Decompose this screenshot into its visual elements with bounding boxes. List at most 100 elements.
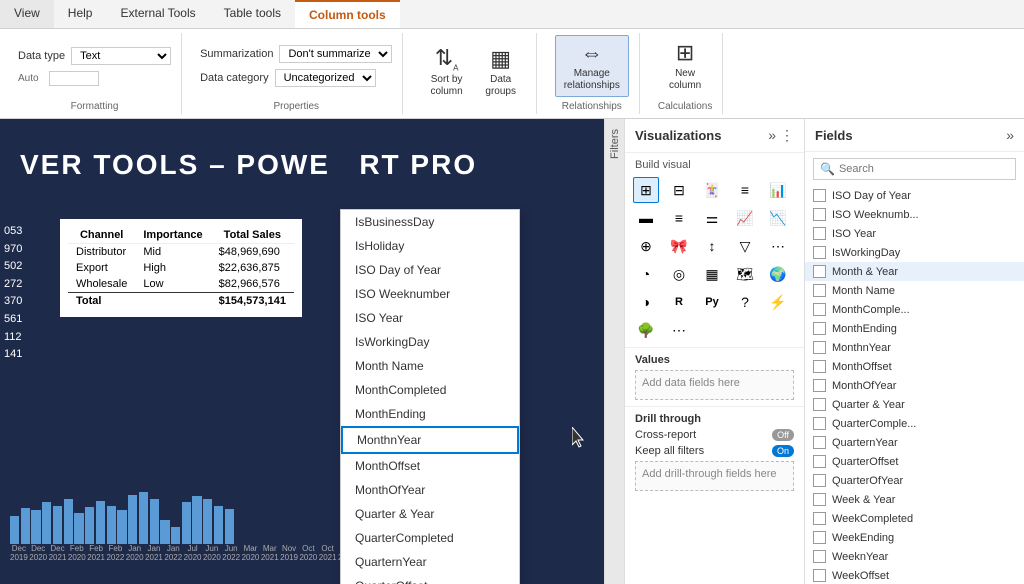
- field-checkbox[interactable]: [813, 455, 826, 468]
- field-item-monthOfYear[interactable]: MonthOfYear: [805, 376, 1024, 395]
- field-item-quarterCompl[interactable]: QuarterComple...: [805, 414, 1024, 433]
- field-item-isoDayOfYear[interactable]: ISO Day of Year: [805, 186, 1024, 205]
- dropdown-item-monthEnding[interactable]: MonthEnding: [341, 402, 519, 426]
- field-item-weekYear[interactable]: Week & Year: [805, 490, 1024, 509]
- viz-item-gauge[interactable]: ◑: [633, 289, 659, 315]
- viz-item-more[interactable]: ⋯: [666, 317, 692, 343]
- viz-item-card[interactable]: 🃏: [699, 177, 725, 203]
- field-item-isoYear[interactable]: ISO Year: [805, 224, 1024, 243]
- viz-item-funnel[interactable]: ▽: [732, 233, 758, 259]
- viz-expand-icon[interactable]: »: [768, 127, 776, 144]
- data-groups-button[interactable]: ▦ Data groups: [476, 41, 526, 103]
- dropdown-item-quarterYear[interactable]: Quarter & Year: [341, 502, 519, 526]
- field-checkbox[interactable]: [813, 227, 826, 240]
- dropdown-item-isWorkingDay[interactable]: IsWorkingDay: [341, 330, 519, 354]
- viz-item-r-visual[interactable]: R: [666, 289, 692, 315]
- viz-item-line[interactable]: 📈: [732, 205, 758, 231]
- tab-external-tools[interactable]: External Tools: [106, 0, 209, 28]
- field-checkbox[interactable]: [813, 265, 826, 278]
- data-category-select[interactable]: Uncategorized: [275, 69, 376, 87]
- dropdown-item-isoYear[interactable]: ISO Year: [341, 306, 519, 330]
- field-checkbox[interactable]: [813, 569, 826, 582]
- viz-item-clusteredbar[interactable]: ⚌: [699, 205, 725, 231]
- field-item-monthName[interactable]: Month Name: [805, 281, 1024, 300]
- viz-item-py-visual[interactable]: Py: [699, 289, 725, 315]
- dropdown-item-monthCompleted[interactable]: MonthCompleted: [341, 378, 519, 402]
- field-checkbox[interactable]: [813, 417, 826, 430]
- field-checkbox[interactable]: [813, 303, 826, 316]
- field-item-isoWeeknumb[interactable]: ISO Weeknumb...: [805, 205, 1024, 224]
- field-checkbox[interactable]: [813, 474, 826, 487]
- dropdown-item-monthnYear[interactable]: MonthnYear: [341, 426, 519, 454]
- dropdown-item-quarterCompleted[interactable]: QuarterCompleted: [341, 526, 519, 550]
- drill-drop-zone[interactable]: Add drill-through fields here: [635, 461, 794, 491]
- field-item-monthEnding[interactable]: MonthEnding: [805, 319, 1024, 338]
- cross-report-toggle[interactable]: Off: [772, 429, 794, 441]
- field-checkbox[interactable]: [813, 208, 826, 221]
- field-checkbox[interactable]: [813, 360, 826, 373]
- viz-item-waterfall[interactable]: ↕: [699, 233, 725, 259]
- fields-expand-icon[interactable]: »: [1006, 127, 1014, 143]
- viz-item-filled-map[interactable]: 🌍: [765, 261, 791, 287]
- field-checkbox[interactable]: [813, 436, 826, 449]
- tab-view[interactable]: View: [0, 0, 54, 28]
- field-item-weeknYear[interactable]: WeeknYear: [805, 547, 1024, 566]
- viz-item-decomp[interactable]: 🌳: [633, 317, 659, 343]
- field-item-quarterOffset[interactable]: QuarterOffset: [805, 452, 1024, 471]
- field-checkbox[interactable]: [813, 398, 826, 411]
- viz-item-bar[interactable]: ▬: [633, 205, 659, 231]
- values-drop-zone[interactable]: Add data fields here: [635, 370, 794, 400]
- dropdown-item-monthOfYear[interactable]: MonthOfYear: [341, 478, 519, 502]
- tab-help[interactable]: Help: [54, 0, 107, 28]
- field-checkbox[interactable]: [813, 531, 826, 544]
- field-checkbox[interactable]: [813, 189, 826, 202]
- dropdown-item-monthOffset[interactable]: MonthOffset: [341, 454, 519, 478]
- viz-item-combo[interactable]: ⊕: [633, 233, 659, 259]
- summarization-select[interactable]: Don't summarize: [279, 45, 392, 63]
- new-column-button[interactable]: ⊞ New column: [660, 35, 710, 97]
- field-item-quarterOfYear[interactable]: QuarterOfYear: [805, 471, 1024, 490]
- field-item-weekOffset[interactable]: WeekOffset: [805, 566, 1024, 584]
- keep-all-filters-toggle[interactable]: On: [772, 445, 794, 457]
- field-checkbox[interactable]: [813, 341, 826, 354]
- sort-by-column-button[interactable]: ⇅A Sort by column: [421, 40, 471, 103]
- viz-item-donut[interactable]: ◎: [666, 261, 692, 287]
- viz-item-area[interactable]: 📉: [765, 205, 791, 231]
- viz-item-pie[interactable]: ◔: [633, 261, 659, 287]
- field-item-monthYear[interactable]: Month & Year: [805, 262, 1024, 281]
- manage-relationships-button[interactable]: ⇔ Manage relationships: [555, 35, 629, 97]
- field-item-quarterYear[interactable]: Quarter & Year: [805, 395, 1024, 414]
- field-checkbox[interactable]: [813, 379, 826, 392]
- dropdown-item-isoWeeknumber[interactable]: ISO Weeknumber: [341, 282, 519, 306]
- field-item-isWorkingDay[interactable]: IsWorkingDay: [805, 243, 1024, 262]
- field-checkbox[interactable]: [813, 246, 826, 259]
- fields-search-input[interactable]: [839, 163, 1009, 175]
- tab-column-tools[interactable]: Column tools: [295, 0, 400, 28]
- dropdown-item-isHoliday[interactable]: IsHoliday: [341, 234, 519, 258]
- viz-more-icon[interactable]: ⋮: [780, 127, 794, 144]
- viz-item-scatter[interactable]: ⋯: [765, 233, 791, 259]
- dropdown-item-isBusinessDay[interactable]: IsBusinessDay: [341, 210, 519, 234]
- viz-item-matrix[interactable]: ⊟: [666, 177, 692, 203]
- field-checkbox[interactable]: [813, 284, 826, 297]
- field-item-weekEnding[interactable]: WeekEnding: [805, 528, 1024, 547]
- viz-item-qna[interactable]: ?: [732, 289, 758, 315]
- field-item-monthnYear[interactable]: MonthnYear: [805, 338, 1024, 357]
- dropdown-item-isoDayOfYear[interactable]: ISO Day of Year: [341, 258, 519, 282]
- viz-item-table[interactable]: ⊞: [633, 177, 659, 203]
- viz-item-kpi[interactable]: 📊: [765, 177, 791, 203]
- auto-input[interactable]: [49, 71, 99, 86]
- dropdown-item-quarternYear[interactable]: QuarternYear: [341, 550, 519, 574]
- field-checkbox[interactable]: [813, 322, 826, 335]
- dropdown-item-monthName[interactable]: Month Name: [341, 354, 519, 378]
- data-type-select[interactable]: Text: [71, 47, 171, 65]
- field-item-weekCompleted[interactable]: WeekCompleted: [805, 509, 1024, 528]
- viz-item-multirow[interactable]: ≡: [732, 177, 758, 203]
- viz-item-ribbon[interactable]: 🎀: [666, 233, 692, 259]
- viz-item-stackedbar[interactable]: ≡: [666, 205, 692, 231]
- dropdown-item-quarterOffset[interactable]: QuarterOffset: [341, 574, 519, 584]
- field-checkbox[interactable]: [813, 512, 826, 525]
- field-item-monthOffset[interactable]: MonthOffset: [805, 357, 1024, 376]
- field-item-quarternYear[interactable]: QuarternYear: [805, 433, 1024, 452]
- field-checkbox[interactable]: [813, 493, 826, 506]
